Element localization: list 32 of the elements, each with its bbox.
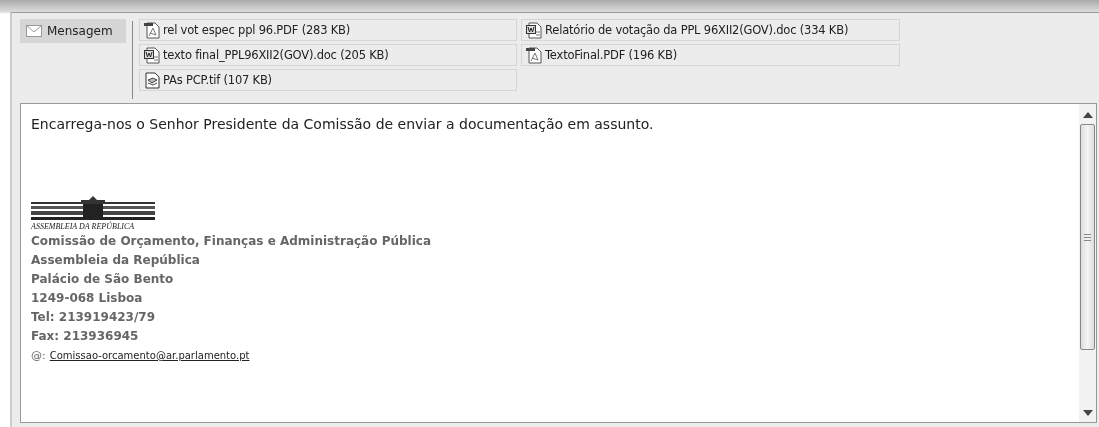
- scroll-down-icon[interactable]: [1082, 410, 1093, 416]
- email-label: @:: [31, 348, 46, 364]
- logo-text: ASSEMBLEIA DA REPÚBLICA: [31, 222, 135, 231]
- image-file-icon: [144, 71, 160, 89]
- attachment-label: texto final_PPL96XII2(GOV).doc (205 KB): [163, 48, 389, 62]
- attachment-item[interactable]: PAs PCP.tif (107 KB): [139, 69, 517, 91]
- signature-line: 1249-068 Lisboa: [31, 290, 144, 307]
- envelope-icon: [26, 25, 42, 37]
- message-button[interactable]: Mensagem: [20, 19, 126, 43]
- scroll-thumb[interactable]: [1080, 124, 1095, 350]
- building-logo-icon: [31, 196, 155, 220]
- attachment-item[interactable]: rel vot espec ppl 96.PDF (283 KB): [139, 19, 517, 41]
- scrollbar[interactable]: [1079, 104, 1096, 422]
- document-file-icon: [144, 46, 160, 64]
- signature-line: Tel: 213919423/79: [31, 309, 157, 326]
- scroll-up-icon[interactable]: [1082, 112, 1093, 118]
- attachment-label: Relatório de votação da PPL 96XII2(GOV).doc (334 KB): [545, 23, 849, 37]
- document-file-icon: [526, 21, 542, 39]
- attachment-item[interactable]: Relatório de votação da PPL 96XII2(GOV).doc (334 KB): [521, 19, 900, 41]
- signature-line: Palácio de São Bento: [31, 271, 175, 288]
- attachment-item[interactable]: TextoFinal.PDF (196 KB): [521, 44, 900, 66]
- pdf-file-icon: [144, 21, 160, 39]
- signature-line: Fax: 213936945: [31, 328, 140, 345]
- attachment-label: rel vot espec ppl 96.PDF (283 KB): [163, 23, 351, 37]
- signature-line: Comissão de Orçamento, Finanças e Administração Pública: [31, 233, 432, 250]
- message-text: Encarrega-nos o Senhor Presidente da Comissão de enviar a documentação em assunto.: [31, 116, 655, 132]
- attachment-label: PAs PCP.tif (107 KB): [163, 73, 272, 87]
- attachment-item[interactable]: texto final_PPL96XII2(GOV).doc (205 KB): [139, 44, 517, 66]
- pdf-file-icon: [526, 46, 542, 64]
- email-link[interactable]: Comissao-orcamento@ar.parlamento.pt: [49, 350, 250, 361]
- signature-line: Assembleia da República: [31, 252, 201, 269]
- attachment-label: TextoFinal.PDF (196 KB): [545, 48, 677, 62]
